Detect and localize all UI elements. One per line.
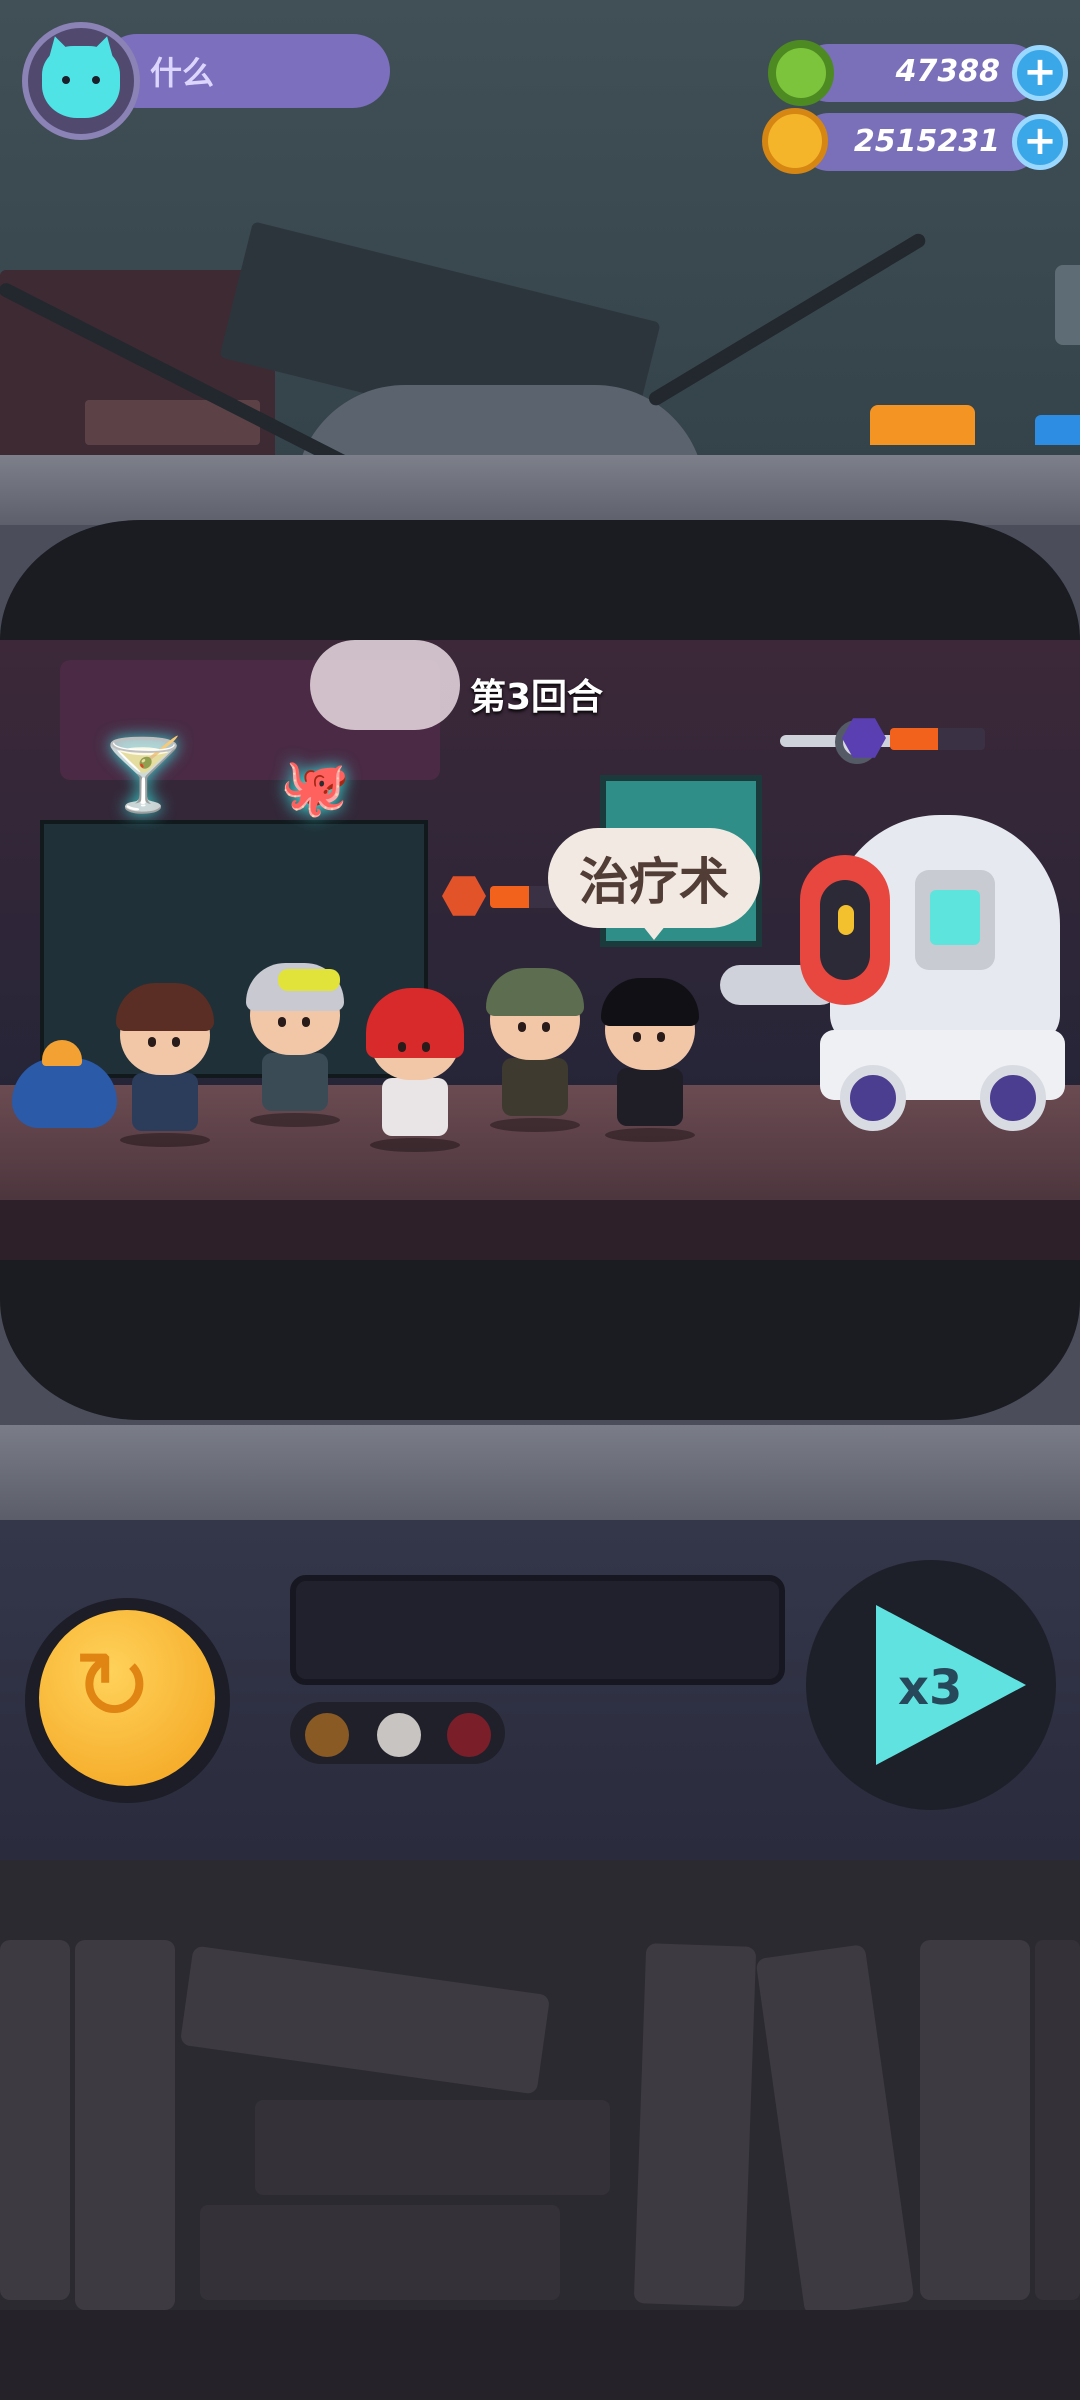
book-decor bbox=[200, 2205, 560, 2300]
hero-2[interactable] bbox=[240, 963, 350, 1127]
scene-floor-edge bbox=[0, 1200, 1080, 1260]
player-name: 什么 bbox=[150, 54, 215, 92]
blue-lamp bbox=[1035, 415, 1080, 445]
hero-4[interactable] bbox=[480, 968, 590, 1132]
replay-icon: ↻ bbox=[72, 1630, 154, 1742]
orange-lamp bbox=[870, 405, 975, 445]
ally-pet[interactable] bbox=[12, 1040, 117, 1128]
skill-speech-bubble: 治疗术 bbox=[548, 828, 760, 940]
hero-5[interactable] bbox=[595, 978, 705, 1142]
book-decor bbox=[633, 1943, 757, 2307]
indicator-light bbox=[447, 1713, 491, 1757]
pole-decor bbox=[646, 231, 928, 409]
enemy-health-bar bbox=[890, 728, 985, 750]
tv-bezel-bottom bbox=[0, 1425, 1080, 1520]
add-currency-2-button[interactable]: + bbox=[1012, 114, 1068, 170]
robot-face-screen bbox=[930, 890, 980, 945]
ally-health-fill bbox=[490, 886, 529, 908]
enemy-health-fill bbox=[890, 728, 938, 750]
hero-1[interactable] bbox=[110, 983, 220, 1147]
book-decor bbox=[179, 1945, 551, 2095]
currency-2-value: 2515231 bbox=[853, 124, 1000, 159]
tv-bezel-top bbox=[0, 455, 1080, 525]
currency-1-value: 47388 bbox=[895, 54, 1000, 89]
book-decor bbox=[75, 1940, 175, 2310]
neon-octopus-icon: 🐙 bbox=[280, 755, 350, 820]
bottom-shelf bbox=[0, 1860, 1080, 2400]
replay-button[interactable]: ↻ bbox=[25, 1598, 230, 1803]
enemy-robot[interactable] bbox=[720, 720, 1080, 1135]
book-decor bbox=[1035, 1940, 1080, 2300]
book-decor bbox=[755, 1944, 915, 2316]
side-menu-tab[interactable] bbox=[1055, 265, 1080, 345]
indicator-light bbox=[377, 1713, 421, 1757]
panel-display bbox=[290, 1575, 785, 1685]
shelf-base bbox=[0, 2310, 1080, 2400]
round-label: 第3回合 bbox=[470, 677, 604, 718]
book-decor bbox=[920, 1940, 1030, 2300]
book-decor bbox=[0, 1940, 70, 2300]
gold-planet-coin-icon bbox=[762, 108, 828, 174]
cat-face-icon bbox=[42, 46, 120, 118]
indicator-light bbox=[305, 1713, 349, 1757]
speed-button[interactable]: x3 bbox=[806, 1560, 1056, 1810]
neon-creature-icon bbox=[310, 640, 460, 730]
book-decor bbox=[255, 2100, 610, 2195]
donut-gem-icon bbox=[768, 40, 834, 106]
neon-glass-icon: 🍸 bbox=[100, 734, 188, 816]
hero-3[interactable] bbox=[360, 988, 470, 1152]
player-avatar[interactable] bbox=[22, 22, 140, 140]
speed-label: x3 bbox=[898, 1660, 963, 1716]
add-currency-1-button[interactable]: + bbox=[1012, 45, 1068, 101]
profile-bar[interactable] bbox=[100, 34, 390, 108]
